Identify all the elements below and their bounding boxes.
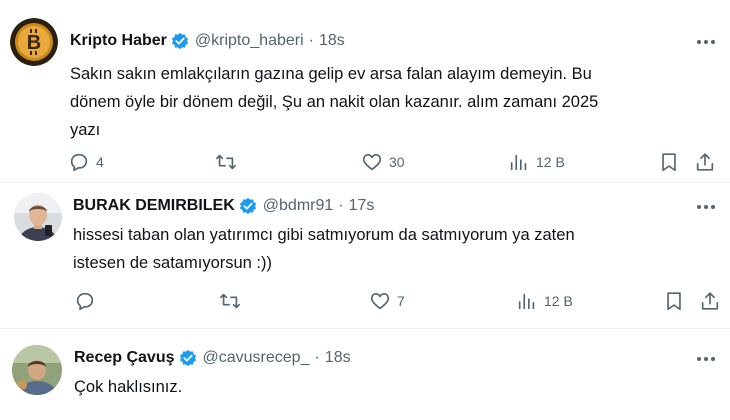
reply-icon	[70, 153, 88, 172]
timestamp[interactable]: 18s	[319, 31, 345, 51]
retweet-icon	[220, 293, 240, 309]
reply-button[interactable]	[74, 290, 102, 312]
user-photo-icon	[14, 193, 62, 241]
tweet-text-line: yazı	[70, 121, 101, 139]
view-count: 12 B	[544, 293, 573, 309]
author-handle[interactable]: @cavusrecep_	[203, 348, 310, 368]
tweet-actions: 7 12 B	[74, 290, 722, 314]
tweet-header: Kripto Haber @kripto_haberi · 18s	[70, 31, 345, 51]
user-photo-icon	[12, 345, 62, 395]
tweet-2[interactable]: BURAK DEMIRBILEK @bdmr91 · 17s hissesi t…	[0, 183, 730, 328]
avatar-recep-cavus[interactable]	[12, 345, 62, 395]
heart-icon	[370, 293, 390, 310]
tweet-text-line: hissesi taban olan yatırımcı gibi satmıy…	[73, 226, 575, 244]
tweet-header: Recep Çavuş @cavusrecep_ · 18s	[74, 348, 351, 368]
reply-icon	[76, 292, 94, 311]
svg-text:B: B	[27, 32, 41, 54]
like-button[interactable]: 30	[361, 151, 405, 173]
like-count: 7	[397, 293, 405, 309]
view-count: 12 B	[536, 154, 565, 170]
tweet-header: BURAK DEMIRBILEK @bdmr91 · 17s	[73, 196, 374, 216]
retweet-button[interactable]	[219, 290, 247, 312]
tweet-text-line: dönem öyle bir dönem değil, Şu an nakit …	[70, 93, 599, 111]
retweet-button[interactable]	[215, 151, 243, 173]
timestamp[interactable]: 17s	[349, 196, 375, 216]
tweet-text: hissesi taban olan yatırımcı gibi satmıy…	[73, 221, 713, 277]
more-dots-icon	[697, 205, 715, 209]
like-button[interactable]: 7	[369, 290, 405, 312]
retweet-icon	[216, 154, 236, 170]
bookmark-button[interactable]	[663, 290, 685, 312]
avatar-kripto-haber[interactable]: B	[10, 18, 58, 66]
verified-badge-icon	[171, 32, 189, 50]
tweet-text-line: Sakın sakın emlakçıların gazına gelip ev…	[70, 65, 592, 83]
like-count: 30	[389, 154, 405, 170]
author-name[interactable]: Recep Çavuş	[74, 348, 175, 368]
views-button[interactable]: 12 B	[516, 290, 573, 312]
separator-dot: ·	[338, 197, 344, 214]
views-button[interactable]: 12 B	[508, 151, 565, 173]
author-name[interactable]: BURAK DEMIRBILEK	[73, 196, 235, 216]
bookmark-icon	[667, 292, 681, 311]
tweet-actions: 4 30 12 B	[68, 151, 722, 175]
tweet-text-line: istesen de satamıyorsun :))	[73, 254, 272, 272]
reply-count: 4	[96, 154, 104, 170]
bitcoin-logo-icon: B	[10, 18, 58, 66]
reply-button[interactable]: 4	[68, 151, 104, 173]
separator-dot: ·	[308, 32, 314, 49]
heart-icon	[362, 154, 382, 171]
tweet-text-line: Çok haklısınız.	[74, 378, 183, 396]
tweet-text: Çok haklısınız.	[74, 373, 714, 401]
more-dots-icon	[697, 40, 715, 44]
author-name[interactable]: Kripto Haber	[70, 31, 167, 51]
views-chart-icon	[518, 293, 535, 310]
more-options-button[interactable]	[694, 197, 718, 217]
more-dots-icon	[697, 357, 715, 361]
tweet-1[interactable]: B Kripto Haber @kripto_haberi · 18s Sakı…	[0, 0, 730, 180]
share-icon	[701, 292, 719, 310]
share-icon	[696, 153, 714, 171]
author-handle[interactable]: @bdmr91	[263, 196, 334, 216]
verified-badge-icon	[239, 197, 256, 215]
separator-dot: ·	[314, 349, 320, 366]
tweet-text: Sakın sakın emlakçıların gazına gelip ev…	[70, 60, 710, 144]
bookmark-icon	[662, 153, 676, 172]
verified-badge-icon	[179, 349, 196, 367]
more-options-button[interactable]	[694, 32, 718, 52]
more-options-button[interactable]	[694, 349, 718, 369]
bookmark-button[interactable]	[658, 151, 680, 173]
timestamp[interactable]: 18s	[325, 348, 351, 368]
author-handle[interactable]: @kripto_haberi	[195, 31, 304, 51]
avatar-burak-demirbilek[interactable]	[14, 193, 62, 241]
tweet-3[interactable]: Recep Çavuş @cavusrecep_ · 18s Çok haklı…	[0, 329, 730, 420]
views-chart-icon	[510, 154, 527, 171]
share-button[interactable]	[699, 290, 721, 312]
share-button[interactable]	[694, 151, 716, 173]
